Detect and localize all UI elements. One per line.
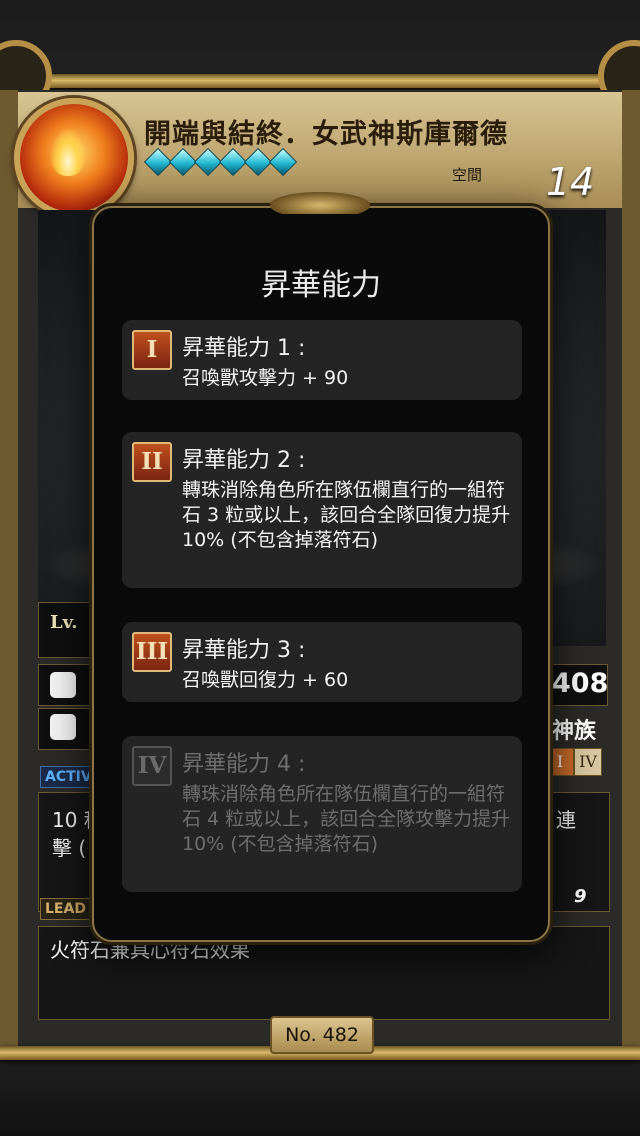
ability-desc: 召喚獸攻擊力 + 90 — [182, 367, 349, 389]
skill-cd-value: 9 — [574, 886, 587, 907]
numeral-iii-icon: III — [132, 632, 172, 672]
heart-icon — [50, 714, 76, 740]
level-label: Lv. — [50, 612, 78, 633]
ability-item-4: IV 昇華能力 4 : 轉珠消除角色所在隊伍欄直行的一組符石 4 粒或以上，該回… — [122, 736, 522, 892]
ability-item-2: II 昇華能力 2 : 轉珠消除角色所在隊伍欄直行的一組符石 3 粒或以上，該回… — [122, 432, 522, 588]
ability-desc: 轉珠消除角色所在隊伍欄直行的一組符石 3 粒或以上，該回合全隊回復力提升 10%… — [182, 479, 511, 551]
ability-name: 昇華能力 4 : — [182, 752, 306, 777]
card-number: No. 482 — [270, 1016, 374, 1054]
top-gold-rail — [0, 74, 640, 88]
ability-name: 昇華能力 2 : — [182, 448, 306, 473]
space-value: 14 — [546, 160, 595, 204]
flame-icon — [50, 128, 86, 176]
card-title: 開端與結終．女武神斯庫爾德 — [144, 119, 508, 150]
numeral-iv-icon: IV — [132, 746, 172, 786]
active-skill-tab[interactable]: ACTIV — [40, 766, 97, 788]
race-value: 神族 — [552, 719, 597, 744]
star-rating — [143, 147, 298, 177]
modal-title: 昇華能力 — [261, 268, 381, 303]
ability-desc: 召喚獸回復力 + 60 — [182, 669, 349, 691]
ability-item-3: III 昇華能力 3 : 召喚獸回復力 + 60 — [122, 622, 522, 702]
ability-item-1: I 昇華能力 1 : 召喚獸攻擊力 + 90 — [122, 320, 522, 400]
hp-value: 408 — [552, 668, 609, 699]
fire-element-icon — [14, 98, 134, 218]
rank-chip-iv[interactable]: IV — [574, 748, 602, 776]
modal-crest-icon — [270, 192, 370, 214]
leader-skill-tab[interactable]: LEAD — [40, 898, 91, 920]
ability-name: 昇華能力 1 : — [182, 336, 306, 361]
numeral-i-icon: I — [132, 330, 172, 370]
numeral-ii-icon: II — [132, 442, 172, 482]
space-label: 空間 — [452, 166, 483, 184]
star-gem-icon — [268, 147, 298, 177]
ability-desc: 轉珠消除角色所在隊伍欄直行的一組符石 4 粒或以上，該回合全隊攻擊力提升 10%… — [182, 783, 511, 855]
drop-icon — [50, 672, 76, 698]
ability-name: 昇華能力 3 : — [182, 638, 306, 663]
bottom-background — [0, 1060, 640, 1136]
skill-text-fragment-2: 擊 ( — [52, 836, 87, 860]
skill-text-fragment-right: 連 — [556, 808, 576, 832]
ascension-modal[interactable]: 昇華能力 I 昇華能力 1 : 召喚獸攻擊力 + 90 II 昇華能力 2 : … — [92, 192, 550, 942]
rank-chip-i[interactable]: I — [546, 748, 574, 776]
